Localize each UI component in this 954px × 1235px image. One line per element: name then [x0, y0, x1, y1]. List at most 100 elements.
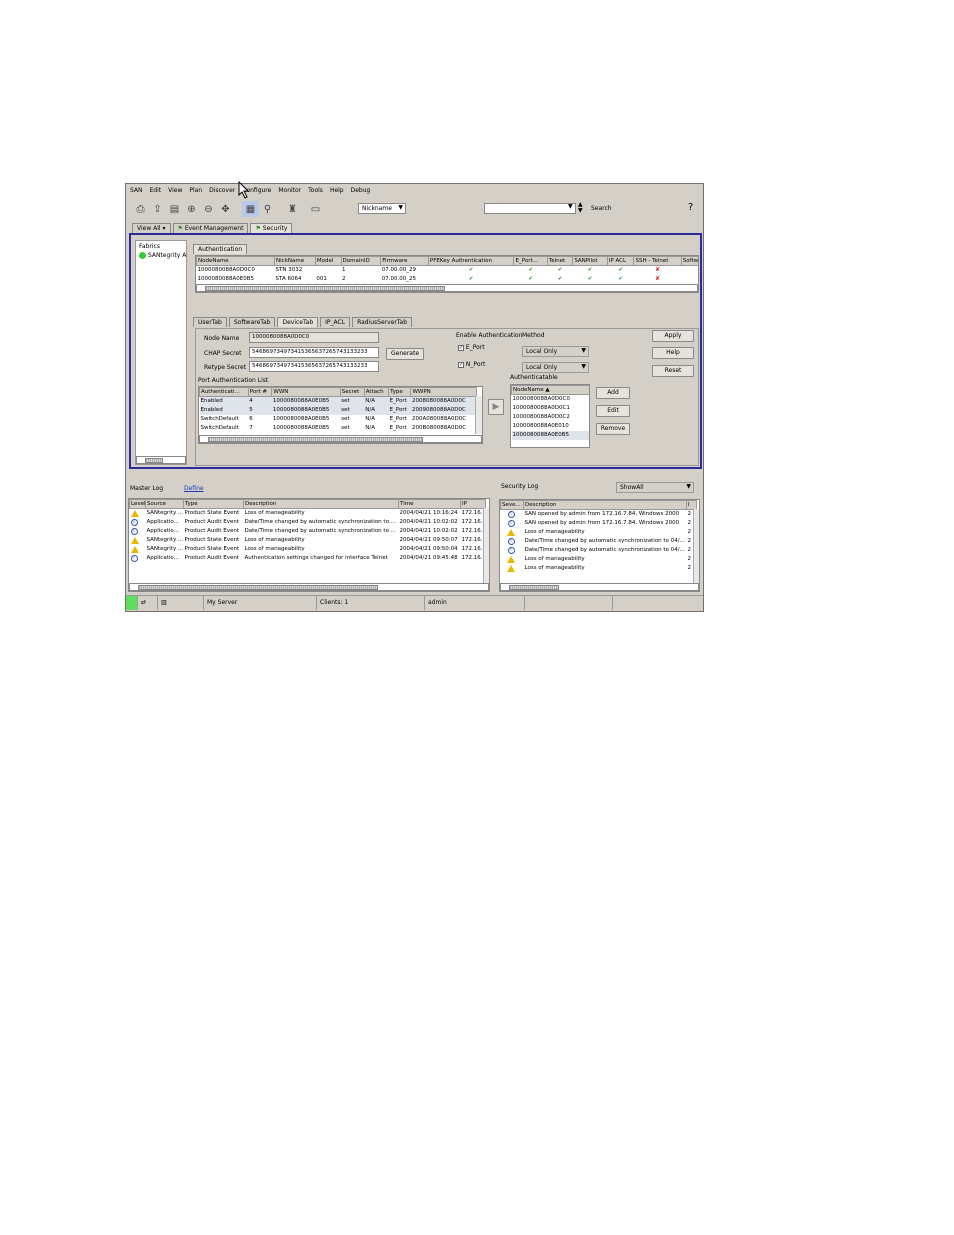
nickname-select[interactable]: Nickname ▼: [358, 203, 406, 214]
chevron-down-icon[interactable]: ▼: [568, 203, 573, 210]
grid-view-icon[interactable]: ▦: [242, 201, 259, 217]
document-icon[interactable]: ▤: [166, 201, 183, 217]
table-row[interactable]: 1000080088A0D0C0 STN 3032 1 07.00.00_29 ✔ ✔ ✔ ✔…: [197, 266, 699, 275]
table-row[interactable]: SANtegrity ... Product State Event Loss of…: [130, 536, 486, 545]
log-column-header[interactable]: Seve...: [500, 500, 524, 510]
help-icon[interactable]: ?: [688, 202, 693, 213]
nodename-column-header[interactable]: NodeName ▲: [511, 385, 589, 395]
port-column-header[interactable]: Port #: [247, 387, 273, 397]
properties-icon[interactable]: ▭: [307, 201, 324, 217]
horizontal-scrollbar[interactable]: [199, 435, 482, 443]
tab-radiusservertab[interactable]: RadiusServerTab: [352, 317, 413, 327]
table-row[interactable]: SANtegrity ... Product State Event Loss of…: [130, 545, 486, 554]
zoom-in-icon[interactable]: ⊕: [183, 201, 200, 217]
search-button[interactable]: Search: [591, 205, 612, 212]
auth-column-header[interactable]: Softw: [680, 256, 698, 266]
vertical-scrollbar[interactable]: [693, 509, 699, 584]
table-row[interactable]: SwitchDefault 7 1000080088A0E0B5 set N/A E_Po…: [200, 424, 477, 433]
table-row[interactable]: Enabled 5 1000080088A0E0B5 set N/A E_Port 2009…: [199, 405, 477, 415]
auth-column-header[interactable]: Telnet: [546, 256, 574, 266]
auth-column-header[interactable]: SANPilot: [572, 256, 608, 266]
table-row[interactable]: Loss of manageability 2: [501, 528, 697, 537]
table-row[interactable]: i Date/Time changed by automatic synchron…: [501, 546, 697, 555]
port-column-header[interactable]: Attach: [363, 387, 390, 397]
table-row[interactable]: i Applicatio... Product Audit Event Date/Ti…: [130, 518, 486, 527]
open-icon[interactable]: ⎙: [132, 201, 149, 217]
help-button[interactable]: Help: [652, 347, 694, 359]
table-row[interactable]: i SAN opened by admin from 172.16.7.84, W…: [501, 510, 697, 519]
log-column-header[interactable]: Type: [183, 499, 244, 509]
table-row[interactable]: i SAN opened by admin from 172.16.7.84, W…: [501, 519, 697, 528]
table-row[interactable]: SwitchDefault 6 1000080088A0E0B5 set N/A E_Po…: [200, 415, 477, 424]
port-column-header[interactable]: Secret: [339, 387, 365, 397]
menu-view[interactable]: View: [168, 187, 182, 194]
auth-column-header[interactable]: SSH - Telnet: [633, 256, 682, 266]
vertical-scrollbar[interactable]: [475, 396, 482, 434]
list-item[interactable]: 1000080088A0E010: [512, 422, 590, 431]
horizontal-scrollbar[interactable]: [129, 583, 489, 591]
nport-checkbox[interactable]: ✓ N_Port: [458, 361, 485, 368]
log-column-header[interactable]: Level: [129, 499, 146, 509]
port-column-header[interactable]: WWN: [271, 387, 341, 397]
nport-method-select[interactable]: Local Only ▼: [522, 362, 589, 373]
tree-view-icon[interactable]: ⚲: [259, 201, 276, 217]
port-column-header[interactable]: Authenticati...: [199, 387, 249, 397]
table-row[interactable]: Loss of manageability 2: [501, 564, 697, 573]
add-button[interactable]: Add: [596, 387, 630, 399]
security-log-filter[interactable]: ShowAll ▼: [616, 482, 694, 493]
eport-checkbox[interactable]: ✓ E_Port: [458, 344, 485, 351]
log-column-header[interactable]: Description: [243, 499, 399, 509]
log-column-header[interactable]: Description: [523, 500, 687, 510]
tab-authentication[interactable]: Authentication: [193, 244, 248, 254]
log-column-header[interactable]: Time: [398, 499, 461, 509]
menu-edit[interactable]: Edit: [150, 187, 162, 194]
tab-usertab[interactable]: UserTab: [193, 317, 227, 327]
list-item[interactable]: 1000080088A0D0C2: [512, 413, 590, 422]
search-input[interactable]: [484, 203, 576, 214]
table-row[interactable]: Loss of manageability 2: [501, 555, 697, 564]
horizontal-scrollbar[interactable]: [196, 284, 698, 292]
tab-view-all[interactable]: View All ▾: [132, 223, 171, 233]
auth-column-header[interactable]: E_Port...: [513, 256, 548, 266]
table-row[interactable]: SANtegrity ... Product State Event Loss of…: [130, 509, 486, 518]
list-item[interactable]: 1000080088A0E0B5: [511, 430, 589, 440]
horizontal-scrollbar[interactable]: [136, 456, 186, 464]
menu-monitor[interactable]: Monitor: [278, 187, 301, 194]
spinner-icon[interactable]: ▲ ▼: [578, 202, 583, 214]
auth-column-header[interactable]: DomainID: [340, 256, 382, 266]
menu-san[interactable]: SAN: [130, 187, 143, 194]
define-link[interactable]: Define: [184, 485, 204, 492]
tab-security[interactable]: ⚑ Security: [250, 223, 293, 233]
horizontal-scrollbar[interactable]: [500, 583, 699, 591]
table-row[interactable]: 1000080088A0E0B5 STA 6064 001 2 07.00.00_25 ✔…: [197, 275, 699, 284]
menu-debug[interactable]: Debug: [351, 187, 371, 194]
table-row[interactable]: i Date/Time changed by automatic synchron…: [501, 537, 697, 546]
log-column-header[interactable]: IP: [460, 499, 486, 509]
menu-plan[interactable]: Plan: [189, 187, 202, 194]
tab-devicetab[interactable]: DeviceTab: [277, 317, 319, 327]
tab-softwaretab[interactable]: SoftwareTab: [228, 317, 276, 327]
auth-column-header[interactable]: NickName: [274, 256, 316, 266]
eport-method-select[interactable]: Local Only ▼: [522, 346, 589, 357]
list-item[interactable]: 1000080088A0D0C0: [512, 395, 590, 404]
fabric-item[interactable]: SANtegrity A: [136, 252, 186, 259]
tab-ip_acl[interactable]: IP_ACL: [320, 317, 351, 327]
vertical-scrollbar[interactable]: [483, 508, 489, 584]
generate-button[interactable]: Generate: [386, 348, 424, 360]
port-column-header[interactable]: Type: [388, 387, 412, 397]
list-item[interactable]: 1000080088A0D0C1: [512, 404, 590, 413]
port-column-header[interactable]: WWPN: [410, 387, 477, 397]
upload-icon[interactable]: ⇪: [149, 201, 166, 217]
zoom-out-icon[interactable]: ⊖: [200, 201, 217, 217]
remove-button[interactable]: Remove: [596, 423, 630, 435]
chap-secret-field[interactable]: 546869734973415365637265743133233: [249, 347, 379, 358]
auth-column-header[interactable]: PFEKey Authentication: [427, 256, 515, 266]
reset-button[interactable]: Reset: [652, 365, 694, 377]
edit-button[interactable]: Edit: [596, 405, 630, 417]
move-right-button[interactable]: ▶: [488, 399, 504, 415]
auth-column-header[interactable]: Firmware: [380, 256, 429, 266]
tab-event-management[interactable]: ⚑ Event Management: [172, 223, 249, 233]
retype-secret-field[interactable]: 546869734973415365637265743133233: [249, 361, 379, 372]
table-row[interactable]: i Applicatio... Product Audit Event Date/Ti…: [130, 527, 486, 536]
auth-column-header[interactable]: NodeName: [196, 256, 276, 266]
